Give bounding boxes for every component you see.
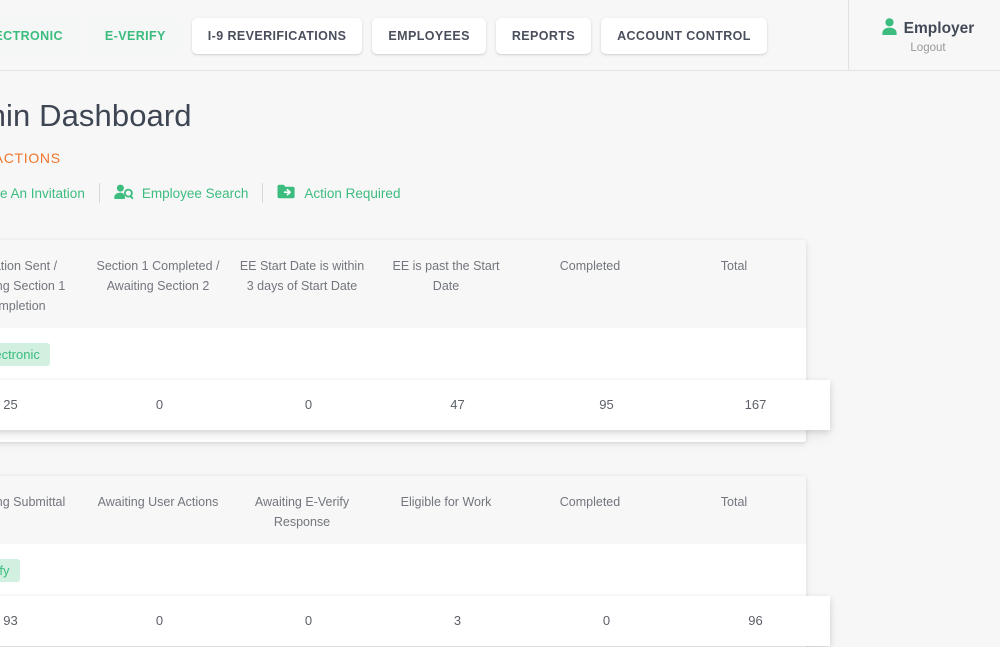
column-header: Completed (518, 256, 662, 316)
quick-actions-separator (99, 183, 100, 203)
user-menu[interactable]: Employer Logout (856, 0, 1000, 71)
nav-tab-list: I-9 ELECTRONIC E-VERIFY I-9 REVERIFICATI… (0, 0, 767, 71)
user-identity: Employer (882, 18, 975, 40)
column-header: Awaiting Submittal (0, 492, 86, 532)
card-footer (0, 430, 806, 442)
quick-action-label: Employee Search (142, 186, 249, 201)
table-cell: 167 (681, 397, 830, 412)
quick-actions-separator (262, 183, 263, 203)
column-header: Completed (518, 492, 662, 532)
tab-e-verify[interactable]: E-VERIFY (89, 18, 182, 54)
stat-card-i9-electronic: Invitation Sent / Awaiting Section 1 Com… (0, 240, 806, 442)
folder-arrow-icon (277, 184, 296, 202)
status-badge: I-9 Electronic (0, 343, 50, 366)
column-header: EE Start Date is within 3 days of Start … (230, 256, 374, 316)
quick-action-label: Action Required (304, 186, 400, 201)
column-header: Invitation Sent / Awaiting Section 1 Com… (0, 256, 86, 316)
column-header: Awaiting User Actions (86, 492, 230, 532)
main-content: Admin Dashboard QUICK ACTIONS Create An … (0, 71, 1000, 647)
table-cell: 95 (532, 397, 681, 412)
column-header: Total (662, 256, 806, 316)
tab-i9-electronic[interactable]: I-9 ELECTRONIC (0, 18, 79, 54)
table-cell: 0 (532, 613, 681, 628)
tab-i9-reverifications[interactable]: I-9 REVERIFICATIONS (192, 18, 363, 54)
table-data-row[interactable]: 93 0 0 3 0 96 (0, 596, 830, 646)
logout-link[interactable]: Logout (910, 42, 945, 54)
table-cell: 0 (234, 613, 383, 628)
column-header: Eligible for Work (374, 492, 518, 532)
quick-actions-heading: QUICK ACTIONS (0, 150, 1000, 166)
column-header: Awaiting E-Verify Response (230, 492, 374, 532)
column-header: EE is past the Start Date (374, 256, 518, 316)
user-name: Employer (904, 20, 975, 38)
stat-card-e-verify: Awaiting Submittal Awaiting User Actions… (0, 476, 806, 647)
tab-reports[interactable]: REPORTS (496, 18, 591, 54)
card-badge-row: E-Verify (0, 544, 806, 596)
table-cell: 25 (0, 397, 85, 412)
table-header-row: Awaiting Submittal Awaiting User Actions… (0, 476, 806, 544)
table-cell: 96 (681, 613, 830, 628)
tab-account-control[interactable]: ACCOUNT CONTROL (601, 18, 767, 54)
topbar-divider (848, 0, 849, 71)
quick-action-employee-search[interactable]: Employee Search (114, 184, 249, 202)
person-icon (882, 18, 897, 40)
table-cell: 0 (85, 613, 234, 628)
card-badge-row: I-9 Electronic (0, 328, 806, 380)
column-header: Section 1 Completed / Awaiting Section 2 (86, 256, 230, 316)
top-navigation-bar: I-9 ELECTRONIC E-VERIFY I-9 REVERIFICATI… (0, 0, 1000, 71)
table-cell: 0 (234, 397, 383, 412)
table-header-row: Invitation Sent / Awaiting Section 1 Com… (0, 240, 806, 328)
table-data-row[interactable]: 25 0 0 47 95 167 (0, 380, 830, 430)
table-cell: 3 (383, 613, 532, 628)
tab-employees[interactable]: EMPLOYEES (372, 18, 485, 54)
table-cell: 93 (0, 613, 85, 628)
table-cell: 47 (383, 397, 532, 412)
quick-actions-bar: Create An Invitation Employee Search (0, 180, 1000, 206)
column-header: Total (662, 492, 806, 532)
quick-action-label: Create An Invitation (0, 186, 85, 201)
app-viewport: I-9 ELECTRONIC E-VERIFY I-9 REVERIFICATI… (0, 0, 1000, 647)
status-badge: E-Verify (0, 559, 20, 582)
quick-action-create-invitation[interactable]: Create An Invitation (0, 184, 85, 202)
person-search-icon (114, 184, 134, 202)
table-cell: 0 (85, 397, 234, 412)
page-title: Admin Dashboard (0, 71, 1000, 134)
quick-action-action-required[interactable]: Action Required (277, 184, 400, 202)
